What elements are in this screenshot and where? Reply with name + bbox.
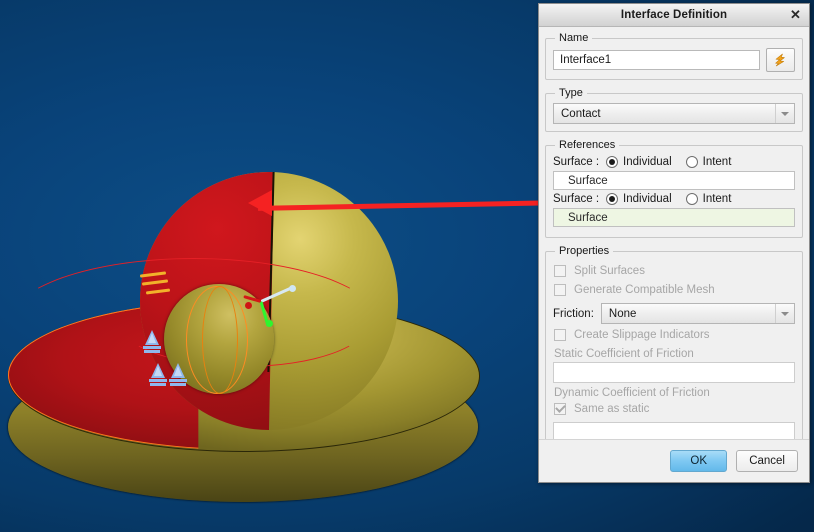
dynamic-coefficient-label: Dynamic Coefficient of Friction: [554, 387, 710, 399]
friction-row: Friction: None: [553, 303, 795, 324]
friction-label: Friction:: [553, 307, 594, 320]
split-surfaces-label: Split Surfaces: [574, 265, 645, 277]
dialog-titlebar[interactable]: Interface Definition ✕: [539, 4, 809, 27]
axis-x-handle: [289, 285, 296, 292]
flash-icon[interactable]: [766, 48, 795, 72]
radio-individual-label-2: Individual: [623, 193, 672, 205]
surface-label-1: Surface :: [553, 156, 600, 168]
static-coefficient-input[interactable]: [553, 362, 795, 383]
surface-reference-field-2[interactable]: Surface: [553, 208, 795, 227]
axis-y-handle: [266, 320, 273, 327]
same-as-static-row[interactable]: Same as static: [554, 403, 795, 415]
create-slippage-indicators-checkbox[interactable]: [554, 329, 566, 341]
radio-intent-label-1: Intent: [702, 156, 732, 168]
name-group: Name Interface1: [545, 32, 803, 80]
type-dropdown[interactable]: Contact: [553, 103, 795, 124]
model-sphere-meridian-inner: [202, 286, 238, 394]
generate-compatible-mesh-row[interactable]: Generate Compatible Mesh: [554, 284, 795, 296]
3d-viewport[interactable]: [0, 0, 545, 532]
properties-group-legend: Properties: [559, 245, 610, 257]
dialog-body: Name Interface1 Type Contact References …: [539, 27, 809, 439]
radio-individual-1[interactable]: [606, 156, 619, 168]
radio-individual-2[interactable]: [606, 193, 619, 205]
generate-compatible-mesh-label: Generate Compatible Mesh: [574, 284, 715, 296]
dynamic-coefficient-input[interactable]: [553, 422, 795, 439]
surface-label-2: Surface :: [553, 193, 600, 205]
dialog-button-bar: OK Cancel: [539, 439, 809, 482]
radio-intent-2[interactable]: [685, 193, 698, 205]
chevron-down-icon[interactable]: [775, 104, 794, 123]
radio-intent-label-2: Intent: [702, 193, 732, 205]
name-row: Interface1: [553, 48, 795, 72]
app-root: Interface Definition ✕ Name Interface1 T…: [0, 0, 814, 532]
static-coefficient-label: Static Coefficient of Friction: [554, 348, 694, 360]
same-as-static-label: Same as static: [574, 403, 650, 415]
interface-definition-dialog: Interface Definition ✕ Name Interface1 T…: [538, 3, 810, 483]
generate-compatible-mesh-checkbox[interactable]: [554, 284, 566, 296]
radio-intent-1[interactable]: [685, 156, 698, 168]
surface-row-1: Surface : Individual Intent: [553, 156, 795, 168]
same-as-static-checkbox[interactable]: [554, 403, 566, 415]
split-surfaces-checkbox[interactable]: [554, 265, 566, 277]
surface-reference-field-1[interactable]: Surface: [553, 171, 795, 190]
references-group-legend: References: [559, 139, 616, 151]
constraint-symbol-icon: [142, 330, 162, 356]
close-icon[interactable]: ✕: [787, 6, 804, 23]
constraint-symbol-icon: [168, 363, 188, 389]
name-group-legend: Name: [559, 32, 589, 44]
dialog-title: Interface Definition: [620, 9, 728, 21]
constraint-symbol-icon: [148, 363, 168, 389]
surface-row-2: Surface : Individual Intent: [553, 193, 795, 205]
flash-icon-glyph: [775, 53, 785, 67]
annotation-arrow-head-icon: [248, 190, 272, 216]
friction-dropdown[interactable]: None: [600, 303, 795, 324]
friction-dropdown-value: None: [608, 307, 637, 320]
axis-z-handle: [245, 302, 252, 309]
references-group: References Surface : Individual Intent S…: [545, 139, 803, 238]
radio-individual-label-1: Individual: [623, 156, 672, 168]
create-slippage-indicators-label: Create Slippage Indicators: [574, 329, 710, 341]
ok-button[interactable]: OK: [670, 450, 728, 472]
type-dropdown-value: Contact: [561, 107, 601, 120]
cancel-button[interactable]: Cancel: [736, 450, 798, 472]
split-surfaces-row[interactable]: Split Surfaces: [554, 265, 795, 277]
type-group: Type Contact: [545, 87, 803, 132]
create-slippage-indicators-row[interactable]: Create Slippage Indicators: [554, 329, 795, 341]
type-group-legend: Type: [559, 87, 583, 99]
chevron-down-icon[interactable]: [775, 304, 794, 323]
properties-group: Properties Split Surfaces Generate Compa…: [545, 245, 803, 439]
name-input[interactable]: Interface1: [553, 50, 760, 70]
